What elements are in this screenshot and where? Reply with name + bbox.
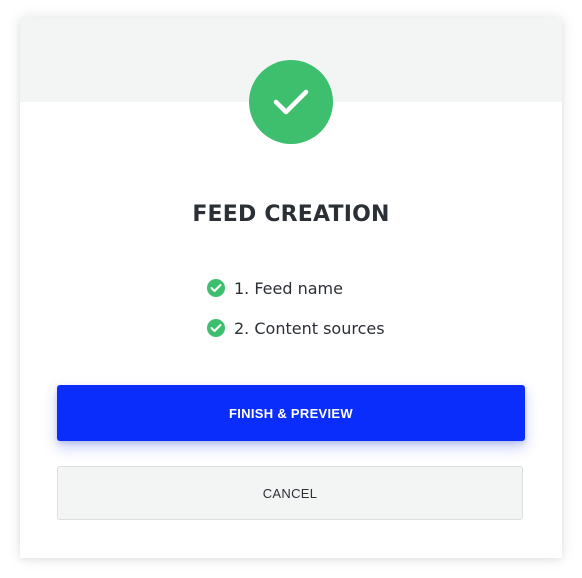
step-item-content-sources: 2. Content sources	[207, 316, 507, 340]
step-label: 1. Feed name	[234, 278, 343, 298]
check-icon	[273, 89, 309, 115]
feed-creation-dialog: FEED CREATION 1. Feed name 2. Content so…	[20, 18, 562, 558]
cancel-button[interactable]: CANCEL	[57, 466, 523, 520]
check-circle-icon	[207, 319, 225, 337]
step-item-feed-name: 1. Feed name	[207, 276, 507, 300]
finish-and-preview-button[interactable]: FINISH & PREVIEW	[57, 385, 525, 441]
step-list: 1. Feed name 2. Content sources	[207, 276, 507, 356]
check-circle-icon	[207, 279, 225, 297]
dialog-title: FEED CREATION	[192, 202, 390, 227]
step-label: 2. Content sources	[234, 318, 385, 338]
success-check-icon	[249, 60, 333, 144]
